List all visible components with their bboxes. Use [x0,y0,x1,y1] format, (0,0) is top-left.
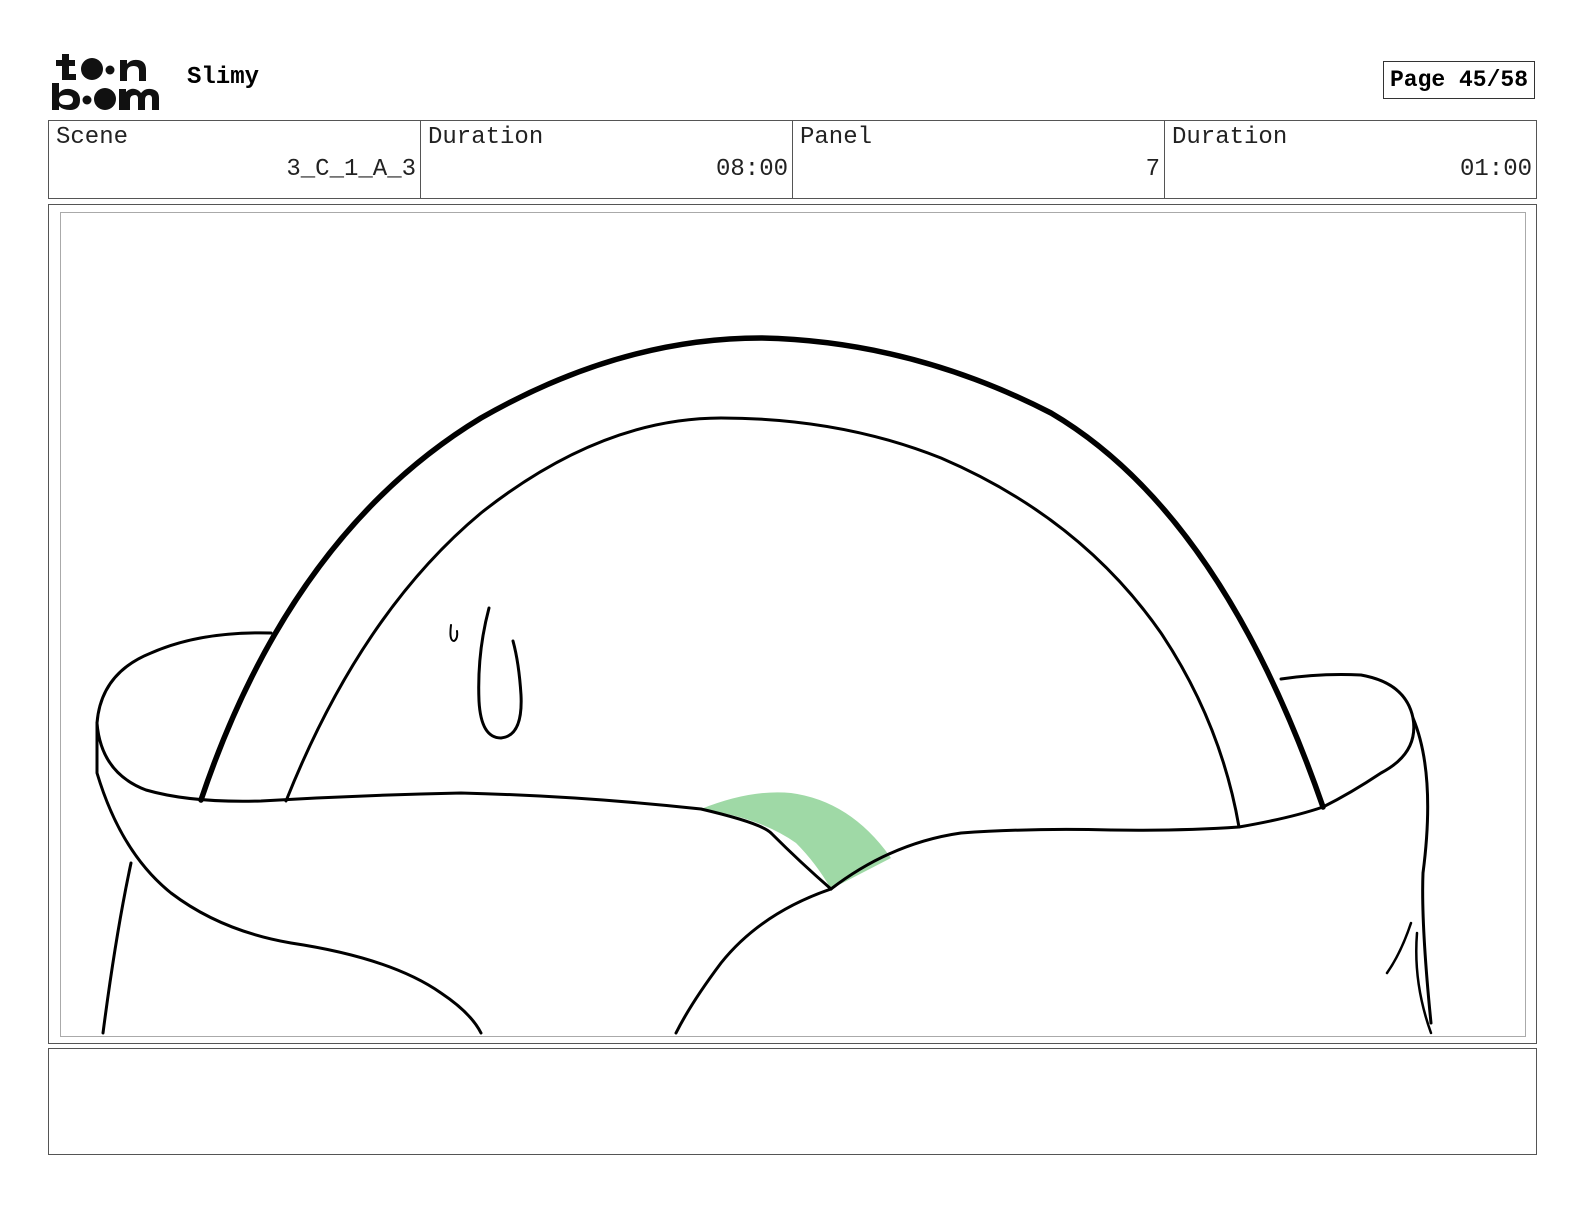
storyboard-panel-frame [48,204,1537,1044]
bag-handle-inner [284,416,1241,829]
slime-blob [701,792,891,889]
storyboard-panel-image [60,212,1526,1037]
project-title: Slimy [187,64,260,91]
page-number: Page 45/58 [1383,61,1535,99]
bag-rim-left [95,631,273,725]
scene-value: 3_C_1_A_3 [286,156,416,183]
panel-duration-cell: Duration 01:00 [1165,121,1536,198]
scene-duration-cell: Duration 08:00 [421,121,793,198]
bag-front-lobe [674,887,833,1035]
sweat-drop-small [449,624,459,642]
toonboom-logo [50,50,165,112]
sweat-drop-large [477,606,523,740]
panel-duration-value: 01:00 [1459,156,1532,183]
bag-rim-front [95,721,773,835]
panel-value: 7 [1145,156,1160,183]
scene-duration-label: Duration [428,124,544,151]
scene-duration-value: 08:00 [715,156,788,183]
panel-notes-box [48,1048,1537,1155]
panel-cell: Panel 7 [793,121,1165,198]
panel-label: Panel [800,124,873,151]
scene-label: Scene [56,124,129,151]
scene-cell: Scene 3_C_1_A_3 [49,121,421,198]
bag-handle-outer [198,335,1326,810]
bag-rim-right [829,673,1416,891]
bag-rim-right-edge [1411,716,1433,1025]
panel-duration-label: Duration [1172,124,1288,151]
bag-left-edge [101,861,133,1035]
bag-right-crease [1385,921,1413,975]
scene-info-table: Scene 3_C_1_A_3 Duration 08:00 Panel 7 D… [48,120,1537,199]
bag-left-side [95,721,483,1035]
